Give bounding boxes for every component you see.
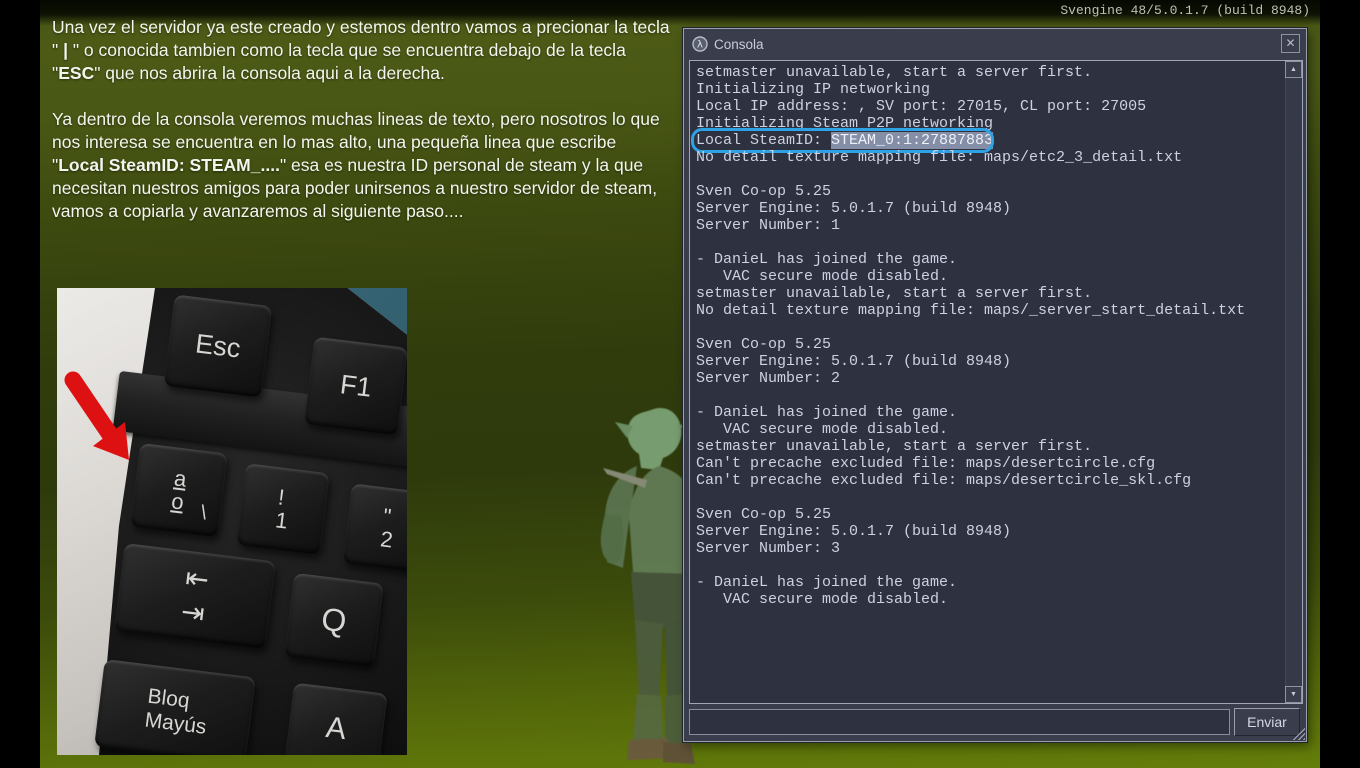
console-line: - DanieL has joined the game. <box>696 574 958 591</box>
console-line: Can't precache excluded file: maps/deser… <box>696 455 1156 472</box>
console-line: VAC secure mode disabled. <box>696 591 949 608</box>
console-line: Initializing Steam P2P networking <box>696 115 994 132</box>
console-line: setmaster unavailable, start a server fi… <box>696 64 1093 81</box>
keyboard-photo: Esc F1 a o \ ! 1 " 2 ⇤ ⇥ Q Bloq Mayús A <box>57 288 407 755</box>
console-line: Sven Co-op 5.25 <box>696 336 832 353</box>
console-log: setmaster unavailable, start a server fi… <box>691 64 1282 608</box>
console-line: Server Engine: 5.0.1.7 (build 8948) <box>696 353 1012 370</box>
console-input[interactable] <box>689 709 1230 735</box>
console-line: Server Number: 2 <box>696 370 841 387</box>
scroll-up-icon: ▲ <box>1290 66 1297 73</box>
scroll-down-button[interactable]: ▼ <box>1285 686 1302 703</box>
tutorial-paragraph-1: Una vez el servidor ya este creado y est… <box>52 17 670 83</box>
close-icon: ✕ <box>1285 36 1296 50</box>
scrollbar-track[interactable] <box>1285 78 1302 686</box>
screen: Svengine 48/5.0.1.7 (build 8948) Una vez… <box>0 0 1360 768</box>
scroll-up-button[interactable]: ▲ <box>1285 61 1302 78</box>
key-2: " 2 <box>342 483 407 573</box>
scroll-down-icon: ▼ <box>1290 691 1297 698</box>
key-1: ! 1 <box>236 463 330 555</box>
tutorial-paragraph-2: Ya dentro de la consola veremos muchas l… <box>52 109 660 221</box>
console-line: VAC secure mode disabled. <box>696 421 949 438</box>
key-a: A <box>284 682 388 755</box>
console-line: Server Engine: 5.0.1.7 (build 8948) <box>696 200 1012 217</box>
console-line: Local IP address: , SV port: 27015, CL p… <box>696 98 1147 115</box>
tutorial-text: Una vez el servidor ya este creado y est… <box>52 16 670 246</box>
red-arrow-icon <box>64 371 129 460</box>
console-line: Initializing IP networking <box>696 81 931 98</box>
tab-forward-icon: ⇥ <box>179 595 207 630</box>
console-title-bar[interactable]: λ Consola ✕ <box>684 29 1306 59</box>
lambda-icon: λ <box>692 36 708 52</box>
console-line: - DanieL has joined the game. <box>696 251 958 268</box>
console-line: No detail texture mapping file: maps/etc… <box>696 149 1183 166</box>
console-line: setmaster unavailable, start a server fi… <box>696 285 1093 302</box>
console-window: λ Consola ✕ setmaster unavailable, start… <box>683 28 1307 742</box>
key-q: Q <box>284 572 384 668</box>
key-esc: Esc <box>163 294 273 398</box>
console-title: Consola <box>714 36 764 52</box>
resize-grip[interactable] <box>1291 726 1305 740</box>
console-line: setmaster unavailable, start a server fi… <box>696 438 1093 455</box>
key-tab: ⇤ ⇥ <box>114 543 276 649</box>
game-viewport: Svengine 48/5.0.1.7 (build 8948) Una vez… <box>40 0 1320 768</box>
steamid-selected-text[interactable]: STEAM_0:1:27887883 <box>831 132 994 149</box>
console-line: Server Number: 3 <box>696 540 841 557</box>
engine-version-text: Svengine 48/5.0.1.7 (build 8948) <box>1060 3 1310 18</box>
console-line: Server Number: 1 <box>696 217 841 234</box>
console-line: No detail texture mapping file: maps/_se… <box>696 302 1246 319</box>
console-line: VAC secure mode disabled. <box>696 268 949 285</box>
scrollbar[interactable]: ▲ ▼ <box>1285 61 1302 703</box>
console-line: Sven Co-op 5.25 <box>696 506 832 523</box>
console-line: Local SteamID: STEAM_0:1:27887883 <box>691 128 1282 153</box>
console-input-row: Enviar <box>689 708 1303 736</box>
tab-back-icon: ⇤ <box>183 562 211 596</box>
console-line: Server Engine: 5.0.1.7 (build 8948) <box>696 523 1012 540</box>
key-f1: F1 <box>303 336 407 436</box>
console-line: Sven Co-op 5.25 <box>696 183 832 200</box>
svg-text:λ: λ <box>697 40 703 51</box>
console-output[interactable]: setmaster unavailable, start a server fi… <box>689 60 1303 704</box>
console-line: Can't precache excluded file: maps/deser… <box>696 472 1192 489</box>
console-line: - DanieL has joined the game. <box>696 404 958 421</box>
close-button[interactable]: ✕ <box>1281 34 1300 53</box>
